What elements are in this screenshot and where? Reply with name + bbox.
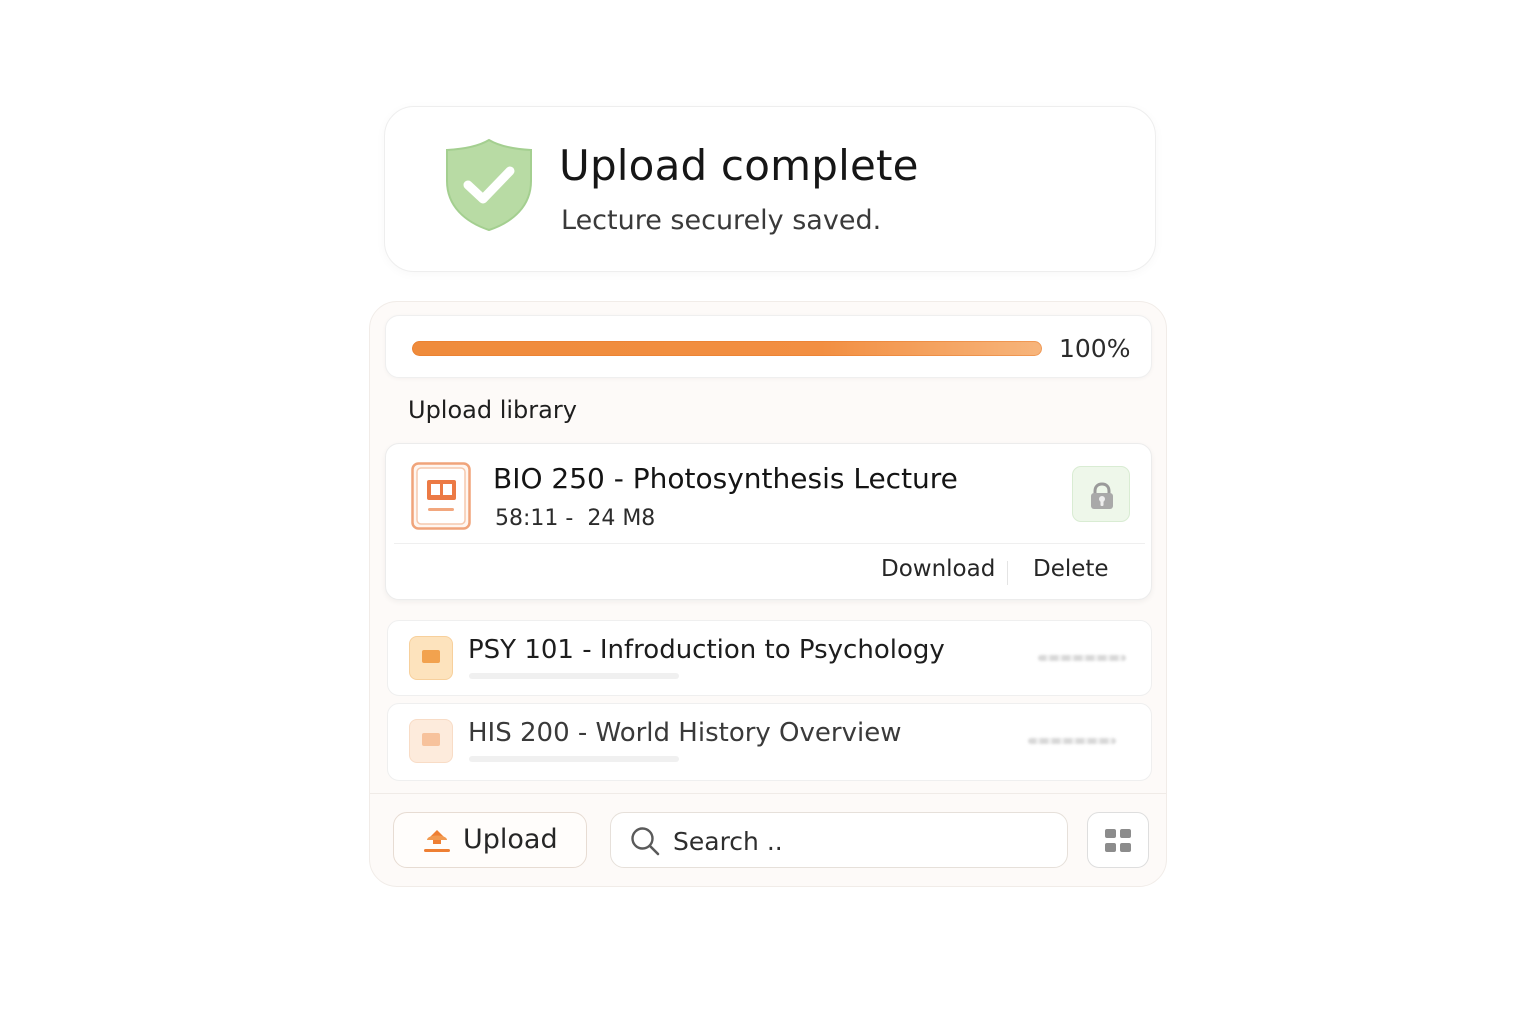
grid-view-button[interactable] — [1087, 812, 1149, 868]
item-placeholder-bar — [469, 756, 679, 762]
upload-panel: 100% Upload library BIO 250 - Photosynth… — [369, 301, 1167, 887]
upload-icon — [424, 830, 450, 852]
lock-badge[interactable] — [1072, 466, 1130, 522]
success-subtitle: Lecture securely saved. — [561, 205, 882, 236]
lock-icon — [1091, 482, 1113, 509]
item-placeholder-bar — [469, 673, 679, 679]
progress-bar — [412, 341, 1042, 356]
lecture-file-icon — [411, 462, 471, 530]
lecture-file-icon — [409, 719, 453, 763]
shield-check-icon — [446, 138, 532, 232]
lecture-file-icon — [409, 636, 453, 680]
item-title: BIO 250 - Photosynthesis Lecture — [493, 462, 958, 495]
toolbar-divider — [370, 793, 1166, 794]
item-meta: 58:11 - 24 M8 — [495, 506, 656, 531]
item-blurred-meta — [1038, 655, 1126, 661]
upload-progress: 100% — [385, 315, 1152, 378]
action-separator — [1007, 561, 1008, 585]
progress-percent: 100% — [1059, 334, 1131, 363]
library-item-bio250[interactable]: BIO 250 - Photosynthesis Lecture 58:11 -… — [385, 443, 1152, 600]
upload-label: Upload — [463, 824, 558, 855]
item-title: PSY 101 - Infroduction to Psychology — [468, 635, 945, 665]
library-item-his200[interactable]: HIS 200 - World History Overview — [387, 703, 1152, 781]
download-button[interactable]: Download — [881, 556, 995, 582]
item-divider — [394, 543, 1145, 544]
library-item-psy101[interactable]: PSY 101 - Infroduction to Psychology — [387, 620, 1152, 696]
upload-button[interactable]: Upload — [393, 812, 587, 868]
item-blurred-meta — [1028, 738, 1116, 744]
search-field[interactable] — [610, 812, 1068, 868]
upload-success-card: Upload complete Lecture securely saved. — [384, 106, 1156, 272]
search-icon — [631, 827, 660, 856]
item-title: HIS 200 - World History Overview — [468, 718, 902, 748]
search-input[interactable] — [671, 822, 1055, 860]
delete-button[interactable]: Delete — [1033, 556, 1109, 582]
item-duration: 58:11 — [495, 506, 559, 531]
item-size: 24 M8 — [587, 506, 656, 531]
library-heading: Upload library — [408, 396, 577, 424]
grid-view-icon — [1105, 829, 1131, 852]
success-title: Upload complete — [559, 141, 919, 190]
app-canvas: Upload complete Lecture securely saved. … — [0, 0, 1536, 1024]
progress-fill — [412, 341, 1042, 356]
